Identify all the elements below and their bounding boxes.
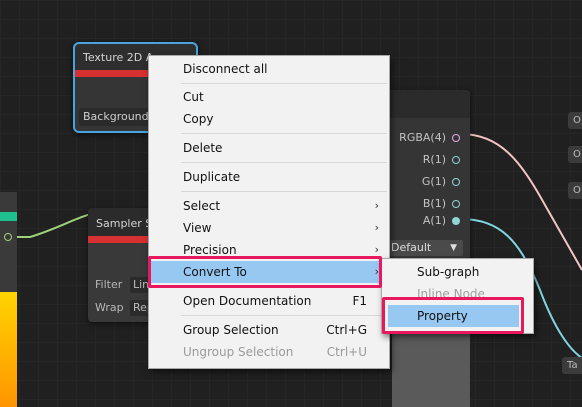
menu-item-delete[interactable]: Delete [149, 137, 389, 159]
right-node-stub[interactable]: O [568, 146, 582, 163]
port-circle-icon [452, 200, 460, 208]
menu-separator [181, 133, 387, 134]
menu-item-cut[interactable]: Cut [149, 86, 389, 108]
submenu-item-sub-graph[interactable]: Sub-graph [382, 261, 533, 283]
left-node-port-icon[interactable] [4, 233, 12, 241]
port-rgba[interactable]: RGBA(4) [399, 131, 460, 144]
port-r[interactable]: R(1) [423, 153, 460, 166]
chevron-right-icon: › [374, 199, 379, 212]
submenu-item-inline-node: Inline Node [417, 287, 485, 301]
right-node-stub[interactable]: O [568, 182, 582, 199]
port-circle-icon [452, 178, 460, 186]
chevron-right-icon: › [374, 265, 379, 278]
menu-item-disconnect-all[interactable]: Disconnect all [149, 58, 389, 80]
chevron-right-icon: › [374, 243, 379, 256]
port-circle-icon [452, 217, 460, 225]
right-node-stub[interactable]: O [568, 112, 582, 129]
menu-item-ungroup-selection: Ungroup Selection Ctrl+U [183, 345, 367, 359]
menu-separator [181, 286, 387, 287]
port-circle-icon [452, 134, 460, 142]
menu-item-view[interactable]: View › [149, 217, 389, 239]
menu-separator [181, 315, 387, 316]
precision-dropdown[interactable]: Default ▼ [385, 240, 463, 256]
menu-item-convert-to[interactable]: Convert To › [149, 261, 389, 283]
menu-item-copy[interactable]: Copy [149, 108, 389, 130]
submenu-item-property[interactable]: Property [388, 305, 519, 327]
left-node-preview [0, 292, 17, 407]
node-color-bar [88, 236, 156, 243]
wrap-label: Wrap [95, 301, 124, 314]
left-node-color-bar [0, 212, 17, 221]
port-a[interactable]: A(1) [423, 214, 460, 227]
menu-item-open-documentation[interactable]: Open Documentation F1 [149, 290, 389, 312]
menu-item-precision[interactable]: Precision › [149, 239, 389, 261]
menu-item-select[interactable]: Select › [149, 195, 389, 217]
dropdown-arrow-icon: ▼ [450, 243, 457, 253]
menu-separator [181, 83, 387, 84]
node-title: Sampler St [88, 208, 156, 236]
menu-item-group-selection[interactable]: Group Selection Ctrl+G [149, 319, 389, 341]
menu-item-duplicate[interactable]: Duplicate [149, 166, 389, 188]
context-menu: Disconnect all Cut Copy Delete Duplicate… [148, 55, 390, 369]
node-preview [392, 330, 470, 407]
chevron-right-icon: › [374, 221, 379, 234]
sampler-state-node[interactable]: Sampler St Filter Lin Wrap Rep [88, 208, 163, 322]
port-circle-icon [452, 156, 460, 164]
right-node-stub[interactable]: Ta [562, 357, 582, 374]
port-g[interactable]: G(1) [422, 175, 460, 188]
port-b[interactable]: B(1) [423, 197, 460, 210]
convert-to-submenu: Sub-graph Inline Node Property [381, 258, 534, 334]
menu-separator [181, 162, 387, 163]
filter-label: Filter [95, 278, 123, 291]
menu-separator [181, 191, 387, 192]
